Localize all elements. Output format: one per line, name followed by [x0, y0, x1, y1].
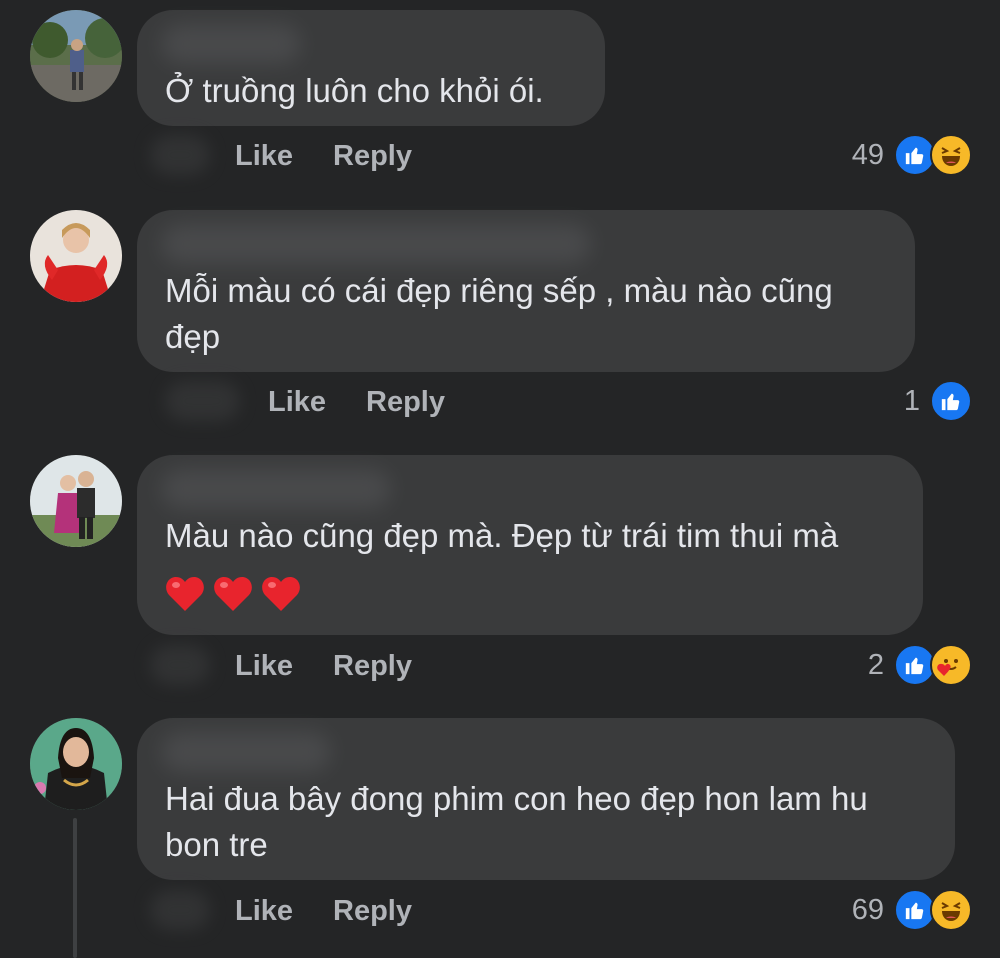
haha-reaction-icon	[930, 889, 972, 931]
timestamp-blurred[interactable]	[150, 135, 210, 175]
reply-button[interactable]: Reply	[333, 140, 412, 173]
comment-text: Mỗi màu có cái đẹp riêng sếp , màu nào c…	[165, 272, 833, 355]
thread-connector-line	[73, 818, 77, 958]
reply-button[interactable]: Reply	[333, 650, 412, 683]
like-button[interactable]: Like	[235, 140, 293, 173]
comment-text: Ở truồng luôn cho khỏi ói.	[165, 72, 544, 109]
heart-icon	[262, 577, 300, 611]
reactions-summary[interactable]: 49	[851, 134, 972, 176]
timestamp-blurred[interactable]	[150, 645, 210, 685]
avatar[interactable]	[30, 10, 122, 102]
avatar[interactable]	[30, 210, 122, 302]
author-name-blurred[interactable]	[161, 732, 331, 772]
comment-bubble: Hai đua bây đong phim con heo đẹp hon la…	[137, 718, 955, 880]
reaction-count: 2	[867, 648, 884, 681]
timestamp-blurred[interactable]	[150, 890, 210, 930]
comment-text: Hai đua bây đong phim con heo đẹp hon la…	[165, 780, 868, 863]
heart-emojis	[165, 575, 301, 613]
reactions-summary[interactable]: 1	[903, 380, 972, 422]
like-reaction-icon	[930, 380, 972, 422]
avatar-photo	[30, 455, 122, 547]
reactions-summary[interactable]: 69	[851, 889, 972, 931]
timestamp-blurred[interactable]	[165, 381, 240, 421]
author-name-blurred[interactable]	[161, 224, 591, 264]
comment-text: Màu nào cũng đẹp mà. Đẹp từ trái tim thu…	[165, 517, 839, 554]
comment-bubble: Màu nào cũng đẹp mà. Đẹp từ trái tim thu…	[137, 455, 923, 635]
comment-bubble: Mỗi màu có cái đẹp riêng sếp , màu nào c…	[137, 210, 915, 372]
reply-button[interactable]: Reply	[366, 386, 445, 419]
like-button[interactable]: Like	[235, 895, 293, 928]
heart-icon	[166, 577, 204, 611]
like-button[interactable]: Like	[235, 650, 293, 683]
author-name-blurred[interactable]	[161, 24, 301, 64]
avatar-photo	[30, 210, 122, 302]
comment-bubble: Ở truồng luôn cho khỏi ói.	[137, 10, 605, 126]
avatar-photo	[30, 718, 122, 810]
reaction-count: 1	[903, 384, 920, 417]
like-button[interactable]: Like	[268, 386, 326, 419]
avatar[interactable]	[30, 718, 122, 810]
heart-icon	[214, 577, 252, 611]
avatar-photo	[30, 10, 122, 102]
reply-button[interactable]: Reply	[333, 895, 412, 928]
reactions-summary[interactable]: 2	[867, 644, 972, 686]
reaction-count: 69	[851, 893, 884, 926]
care-reaction-icon	[930, 644, 972, 686]
reaction-count: 49	[851, 138, 884, 171]
author-name-blurred[interactable]	[161, 469, 391, 509]
avatar[interactable]	[30, 455, 122, 547]
haha-reaction-icon	[930, 134, 972, 176]
